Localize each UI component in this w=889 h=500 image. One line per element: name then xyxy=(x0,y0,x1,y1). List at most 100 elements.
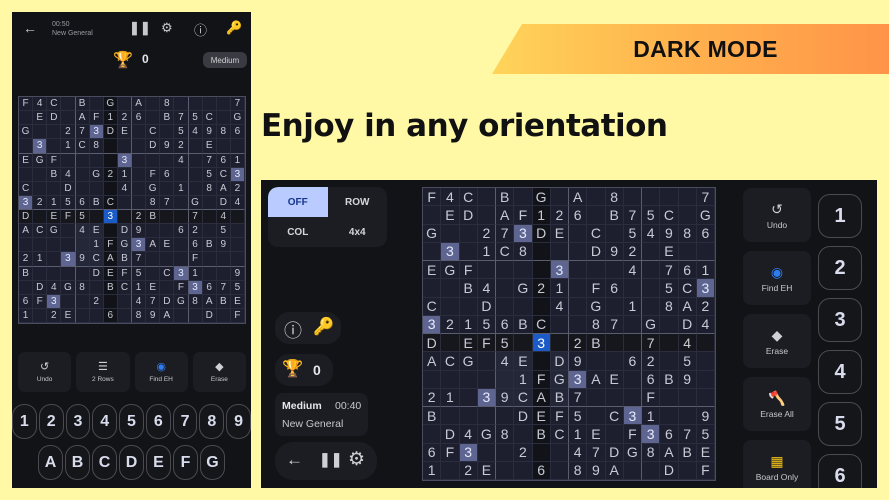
key-icon[interactable]: 🔑 xyxy=(226,20,242,36)
board-cell[interactable]: D xyxy=(61,181,76,196)
board-cell[interactable]: F xyxy=(441,443,460,462)
board-cell[interactable]: 6 xyxy=(160,167,175,182)
board-cell[interactable] xyxy=(496,370,515,389)
board-cell[interactable] xyxy=(75,238,90,253)
board-cell[interactable]: G xyxy=(188,195,203,210)
board-cell[interactable]: C xyxy=(550,425,569,444)
board-cell[interactable] xyxy=(174,238,189,253)
erase-all-button[interactable]: 🪓 Erase All xyxy=(743,377,811,431)
board-cell[interactable]: B xyxy=(89,195,104,210)
board-cell[interactable]: 5 xyxy=(188,111,203,126)
key-a[interactable]: A xyxy=(38,445,63,480)
board-cell[interactable] xyxy=(202,97,217,112)
board-cell[interactable] xyxy=(550,242,569,261)
board-cell[interactable]: 3 xyxy=(61,252,76,267)
board-cell[interactable] xyxy=(174,97,189,112)
board-cell[interactable]: 6 xyxy=(569,206,588,225)
board-cell[interactable] xyxy=(33,308,48,323)
board-cell[interactable]: A xyxy=(532,388,551,407)
board-cell[interactable]: G xyxy=(441,261,460,280)
board-cell[interactable]: G xyxy=(19,125,34,140)
board-cell[interactable]: 7 xyxy=(75,125,90,140)
board-cell[interactable] xyxy=(188,181,203,196)
board-cell[interactable]: 1 xyxy=(623,297,642,316)
board-cell[interactable] xyxy=(605,334,624,353)
board-cell[interactable] xyxy=(202,252,217,267)
board-cell[interactable] xyxy=(216,111,231,126)
board-cell[interactable] xyxy=(569,242,588,261)
board-cell[interactable] xyxy=(146,111,161,126)
board-cell[interactable]: 3 xyxy=(132,238,147,253)
board-cell[interactable] xyxy=(660,188,679,207)
board-cell[interactable] xyxy=(587,407,606,426)
board-cell[interactable]: 9 xyxy=(230,266,245,281)
board-cell[interactable] xyxy=(532,261,551,280)
board-cell[interactable] xyxy=(174,195,189,210)
gear-icon[interactable]: ⚙ xyxy=(161,20,173,36)
board-cell[interactable]: C xyxy=(514,388,533,407)
info-icon[interactable]: ⓘ xyxy=(194,20,207,39)
board-cell[interactable]: 1 xyxy=(174,181,189,196)
board-cell[interactable] xyxy=(550,315,569,334)
board-cell[interactable]: B xyxy=(47,167,62,182)
board-cell[interactable]: 5 xyxy=(174,125,189,140)
board-cell[interactable]: 3 xyxy=(89,125,104,140)
board-cell[interactable] xyxy=(47,139,62,154)
board-cell[interactable]: 6 xyxy=(678,261,697,280)
board-cell[interactable]: G xyxy=(146,181,161,196)
board-cell[interactable] xyxy=(441,279,460,298)
board-cell[interactable] xyxy=(89,97,104,112)
key-c[interactable]: C xyxy=(92,445,117,480)
board-cell[interactable] xyxy=(132,153,147,168)
board-cell[interactable] xyxy=(477,206,496,225)
board-cell[interactable]: G xyxy=(514,279,533,298)
info-icon[interactable]: ⓘ xyxy=(284,317,302,343)
board-cell[interactable] xyxy=(605,388,624,407)
board-cell[interactable] xyxy=(569,315,588,334)
board-cell[interactable] xyxy=(423,425,442,444)
board-cell[interactable]: B xyxy=(605,206,624,225)
board-cell[interactable]: 9 xyxy=(496,388,515,407)
board-cell[interactable] xyxy=(117,294,132,309)
board-cell[interactable] xyxy=(47,266,62,281)
board-cell[interactable] xyxy=(33,266,48,281)
board-cell[interactable]: G xyxy=(89,167,104,182)
key-6[interactable]: 6 xyxy=(818,454,862,488)
board-cell[interactable]: G xyxy=(230,111,245,126)
board-cell[interactable]: 2 xyxy=(569,334,588,353)
board-cell[interactable]: 4 xyxy=(459,425,478,444)
board-cell[interactable]: A xyxy=(146,238,161,253)
board-cell[interactable] xyxy=(660,388,679,407)
board-cell[interactable]: B xyxy=(19,266,34,281)
board-cell[interactable]: 4 xyxy=(174,153,189,168)
board-cell[interactable] xyxy=(230,238,245,253)
board-cell[interactable]: E xyxy=(696,443,715,462)
board-cell[interactable]: F xyxy=(19,97,34,112)
board-cell[interactable]: 5 xyxy=(696,425,715,444)
board-cell[interactable]: D xyxy=(678,315,697,334)
board-cell[interactable]: D xyxy=(117,224,132,239)
board-cell[interactable]: 8 xyxy=(132,308,147,323)
board-cell[interactable]: 6 xyxy=(660,425,679,444)
board-cell[interactable] xyxy=(696,242,715,261)
board-cell[interactable]: D xyxy=(605,443,624,462)
board-cell[interactable]: C xyxy=(660,206,679,225)
board-cell[interactable]: 7 xyxy=(587,443,606,462)
undo-button[interactable]: ↺ Undo xyxy=(18,352,72,392)
board-cell[interactable]: 6 xyxy=(188,238,203,253)
pause-icon[interactable]: ❚❚ xyxy=(129,20,151,36)
board-cell[interactable] xyxy=(160,153,175,168)
board-cell[interactable] xyxy=(441,461,460,480)
board-cell[interactable]: 6 xyxy=(75,195,90,210)
board-cell[interactable]: 1 xyxy=(132,280,147,295)
board-cell[interactable]: 1 xyxy=(89,238,104,253)
board-cell[interactable] xyxy=(550,334,569,353)
board-cell[interactable]: 4 xyxy=(33,97,48,112)
board-cell[interactable]: G xyxy=(117,238,132,253)
board-cell[interactable]: A xyxy=(75,111,90,126)
board-cell[interactable]: D xyxy=(477,297,496,316)
board-cell[interactable] xyxy=(423,279,442,298)
board-cell[interactable] xyxy=(188,308,203,323)
board-cell[interactable]: F xyxy=(532,370,551,389)
board-cell[interactable]: 3 xyxy=(103,210,118,225)
